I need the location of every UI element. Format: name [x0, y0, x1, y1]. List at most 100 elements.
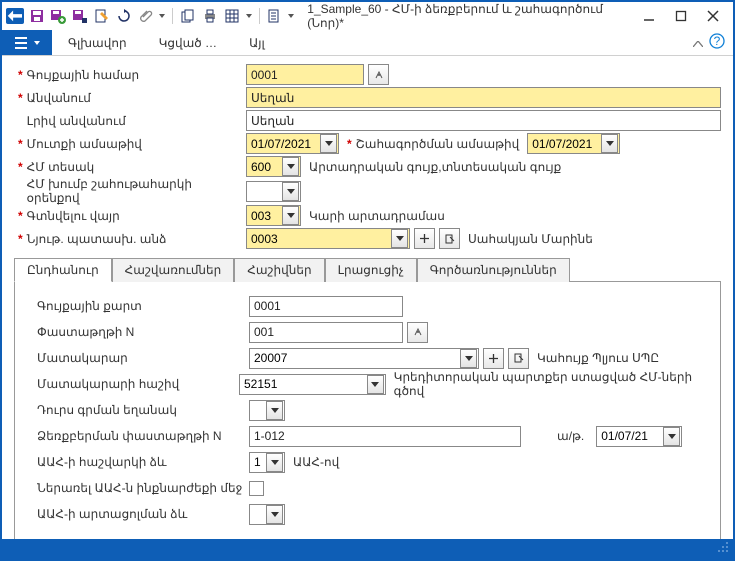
supplier-account-field[interactable]: 52151: [239, 374, 386, 395]
label-use-date: Շահագործման ամսաթիվ: [356, 137, 520, 151]
entry-date-field[interactable]: 01/07/2021: [246, 133, 339, 154]
supplier-desc: Կահույք Պլյուս ՍՊԸ: [537, 351, 659, 365]
label-location: Գտնվելու վայր: [27, 209, 120, 223]
print-icon[interactable]: [201, 7, 219, 25]
minimize-button[interactable]: [639, 6, 659, 26]
label-doc-n: Փաստաթղթի N: [37, 325, 134, 339]
dropdown-icon[interactable]: [282, 182, 299, 201]
label-supplier: Մատակարար: [37, 351, 128, 365]
tab-additional[interactable]: Լրացուցիչ: [325, 258, 417, 282]
maximize-button[interactable]: [671, 6, 691, 26]
dropdown-icon[interactable]: [282, 206, 299, 225]
grid-dropdown[interactable]: [245, 7, 253, 25]
label-acq-doc-n: Ձեռքբերման փաստաթղթի N: [37, 429, 222, 443]
dropdown-icon[interactable]: [601, 134, 618, 153]
app-window: 1_Sample_60 - ՀՄ-ի ձեռքբերում և շահագործ…: [2, 2, 733, 557]
asset-number-lookup[interactable]: [368, 64, 389, 85]
label-date-short: ա/թ.: [557, 429, 584, 443]
vat-calc-desc: ԱԱՀ-ով: [293, 455, 339, 469]
vat-reflect-field[interactable]: [249, 504, 285, 525]
responsible-field[interactable]: 0003: [246, 228, 410, 249]
copy-icon[interactable]: [179, 7, 197, 25]
dropdown-icon[interactable]: [266, 505, 283, 524]
asset-type-desc: Արտադրական գույք,տնտեսական գույք: [309, 160, 561, 174]
full-name-input[interactable]: [246, 110, 721, 131]
menu-item-other[interactable]: Այլ: [233, 30, 281, 55]
asset-number-input[interactable]: [246, 64, 364, 85]
tab-accounts[interactable]: Հաշիվներ: [234, 258, 324, 282]
asset-group-field[interactable]: [246, 181, 301, 202]
label-responsible: Նյութ. պատասխ. անձ: [27, 232, 167, 246]
edit-icon[interactable]: [93, 7, 111, 25]
menubar: Գլխավոր Կցված … Այլ ?: [2, 30, 733, 56]
location-field[interactable]: 003: [246, 205, 301, 226]
label-asset-number: Գույքային համար: [27, 68, 139, 82]
dropdown-icon[interactable]: [663, 427, 680, 446]
titlebar: 1_Sample_60 - ՀՄ-ի ձեռքբերում և շահագործ…: [2, 2, 733, 30]
add-button[interactable]: [483, 348, 504, 369]
help-icon[interactable]: ?: [709, 33, 725, 52]
acq-doc-n-input[interactable]: [249, 426, 521, 447]
label-asset-group: ՀՄ խումբ շահութահարկի օրենքով: [27, 177, 246, 205]
edit-button[interactable]: [439, 228, 460, 249]
save-close-icon[interactable]: [71, 7, 89, 25]
required-marker: *: [18, 68, 23, 82]
tab-panel-general: Գույքային քարտ Փաստաթղթի N Մատակարար 200…: [14, 281, 721, 539]
statusbar: [2, 539, 733, 557]
doc-n-input[interactable]: [249, 322, 403, 343]
doc-dropdown[interactable]: [287, 7, 295, 25]
menu-item-attached[interactable]: Կցված …: [143, 30, 233, 55]
tab-strip: Ընդհանուր Հաշվառումներ Հաշիվներ Լրացուցի…: [14, 257, 721, 281]
name-input[interactable]: [246, 87, 721, 108]
close-button[interactable]: [703, 6, 723, 26]
supplier-account-desc: Կրեդիտորական պարտքեր ստացված ՀՄ-ների գծո…: [394, 370, 710, 398]
tab-operations[interactable]: Գործառնություններ: [417, 258, 570, 282]
asset-card-input[interactable]: [249, 296, 403, 317]
include-vat-checkbox[interactable]: [249, 481, 264, 496]
dropdown-icon[interactable]: [266, 401, 283, 420]
label-vat-calc: ԱԱՀ-ի հաշվարկի ձև: [37, 455, 167, 469]
dropdown-icon[interactable]: [266, 453, 283, 472]
menubar-expand[interactable]: [693, 36, 703, 50]
tab-accounting[interactable]: Հաշվառումներ: [112, 258, 235, 282]
responsible-desc: Սահակյան Մարինե: [468, 232, 593, 246]
attach-dropdown[interactable]: [158, 7, 166, 25]
label-include-vat: Ներառել ԱԱՀ-ն ինքնարժեքի մեջ: [37, 481, 242, 495]
label-vat-reflect: ԱԱՀ-ի արտացոլման ձև: [37, 507, 187, 521]
doc-icon[interactable]: [266, 7, 284, 25]
label-full-name: Լրիվ անվանում: [27, 114, 126, 128]
label-name: Անվանում: [27, 91, 91, 105]
acq-date-field[interactable]: 01/07/21: [596, 426, 682, 447]
label-entry-date: Մուտքի ամսաթիվ: [27, 137, 142, 151]
add-button[interactable]: [414, 228, 435, 249]
label-asset-type: ՀՄ տեսակ: [27, 160, 95, 174]
use-date-field[interactable]: 01/07/2021: [527, 133, 620, 154]
resize-grip-icon[interactable]: [717, 541, 729, 556]
app-logo: [6, 8, 24, 24]
dropdown-icon[interactable]: [391, 229, 408, 248]
save-icon[interactable]: [28, 7, 46, 25]
refresh-icon[interactable]: [115, 7, 133, 25]
location-desc: Կարի արտադրամաս: [309, 209, 445, 223]
form-body: *Գույքային համար *Անվանում *Լրիվ անվանու…: [2, 56, 733, 539]
label-asset-card: Գույքային քարտ: [37, 299, 142, 313]
asset-type-field[interactable]: 600: [246, 156, 301, 177]
window-title: 1_Sample_60 - ՀՄ-ի ձեռքբերում և շահագործ…: [307, 2, 639, 30]
doc-n-lookup[interactable]: [407, 322, 428, 343]
save-new-icon[interactable]: [50, 7, 68, 25]
menu-main[interactable]: [2, 30, 52, 55]
dropdown-icon[interactable]: [282, 157, 299, 176]
disposal-method-field[interactable]: [249, 400, 285, 421]
vat-calc-field[interactable]: 1: [249, 452, 285, 473]
grid-icon[interactable]: [223, 7, 241, 25]
tab-general[interactable]: Ընդհանուր: [14, 258, 112, 282]
dropdown-icon[interactable]: [367, 375, 384, 394]
supplier-field[interactable]: 20007: [249, 348, 479, 369]
edit-button[interactable]: [508, 348, 529, 369]
svg-text:?: ?: [714, 34, 721, 48]
menu-item-main[interactable]: Գլխավոր: [52, 30, 143, 55]
attach-icon[interactable]: [137, 7, 155, 25]
dropdown-icon[interactable]: [320, 134, 337, 153]
dropdown-icon[interactable]: [460, 349, 477, 368]
label-supplier-account: Մատակարարի հաշիվ: [37, 377, 179, 391]
